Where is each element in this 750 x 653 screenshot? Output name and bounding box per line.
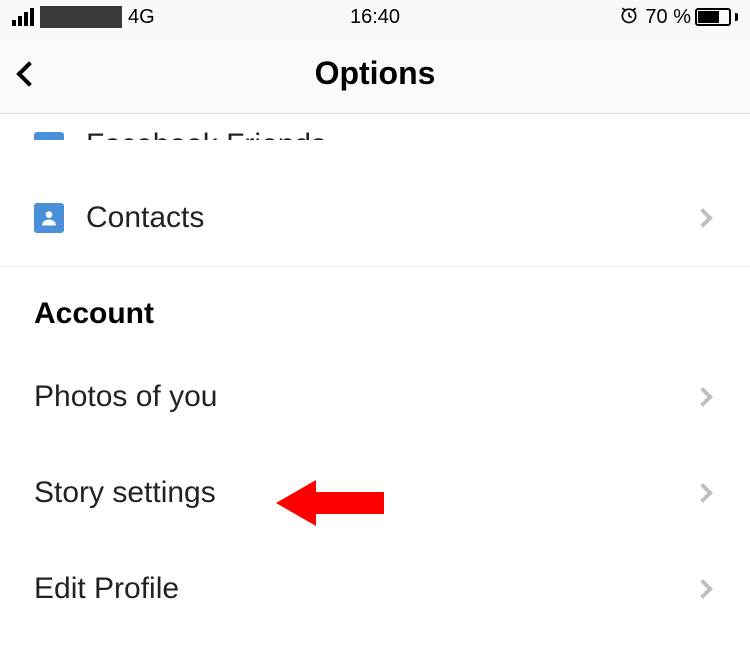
chevron-right-icon [693,579,713,599]
item-label: Edit Profile [34,572,696,606]
item-label: Story settings [34,476,696,510]
signal-bars-icon [12,8,34,26]
list-item-edit-profile[interactable]: Edit Profile [0,541,750,637]
page-title: Options [315,55,436,92]
item-label: Facebook Friends [86,128,696,140]
chevron-right-icon [693,483,713,503]
item-label: Photos of you [34,380,696,414]
list-item-contacts[interactable]: Contacts [0,170,750,266]
section-header-account: Account [0,267,750,349]
network-type: 4G [128,6,155,29]
contacts-icon [34,203,64,233]
battery-percent: 70 % [645,6,691,29]
back-button[interactable] [16,61,41,86]
status-bar: 4G 16:40 70 % [0,0,750,34]
content: Facebook Friends Contacts Account Photos… [0,114,750,637]
item-label: Contacts [86,201,696,235]
status-left: 4G [12,6,155,29]
carrier-block [40,6,122,28]
list-item-photos-of-you[interactable]: Photos of you [0,349,750,445]
alarm-icon [619,5,639,30]
chevron-right-icon [693,387,713,407]
navigation-header: Options [0,34,750,114]
battery-indicator: 70 % [645,6,738,29]
clock: 16:40 [350,6,400,29]
facebook-icon [34,132,64,140]
chevron-right-icon [693,208,713,228]
list-item-story-settings[interactable]: Story settings [0,445,750,541]
list-item-facebook-friends[interactable]: Facebook Friends [0,114,750,140]
status-right: 70 % [619,5,738,30]
